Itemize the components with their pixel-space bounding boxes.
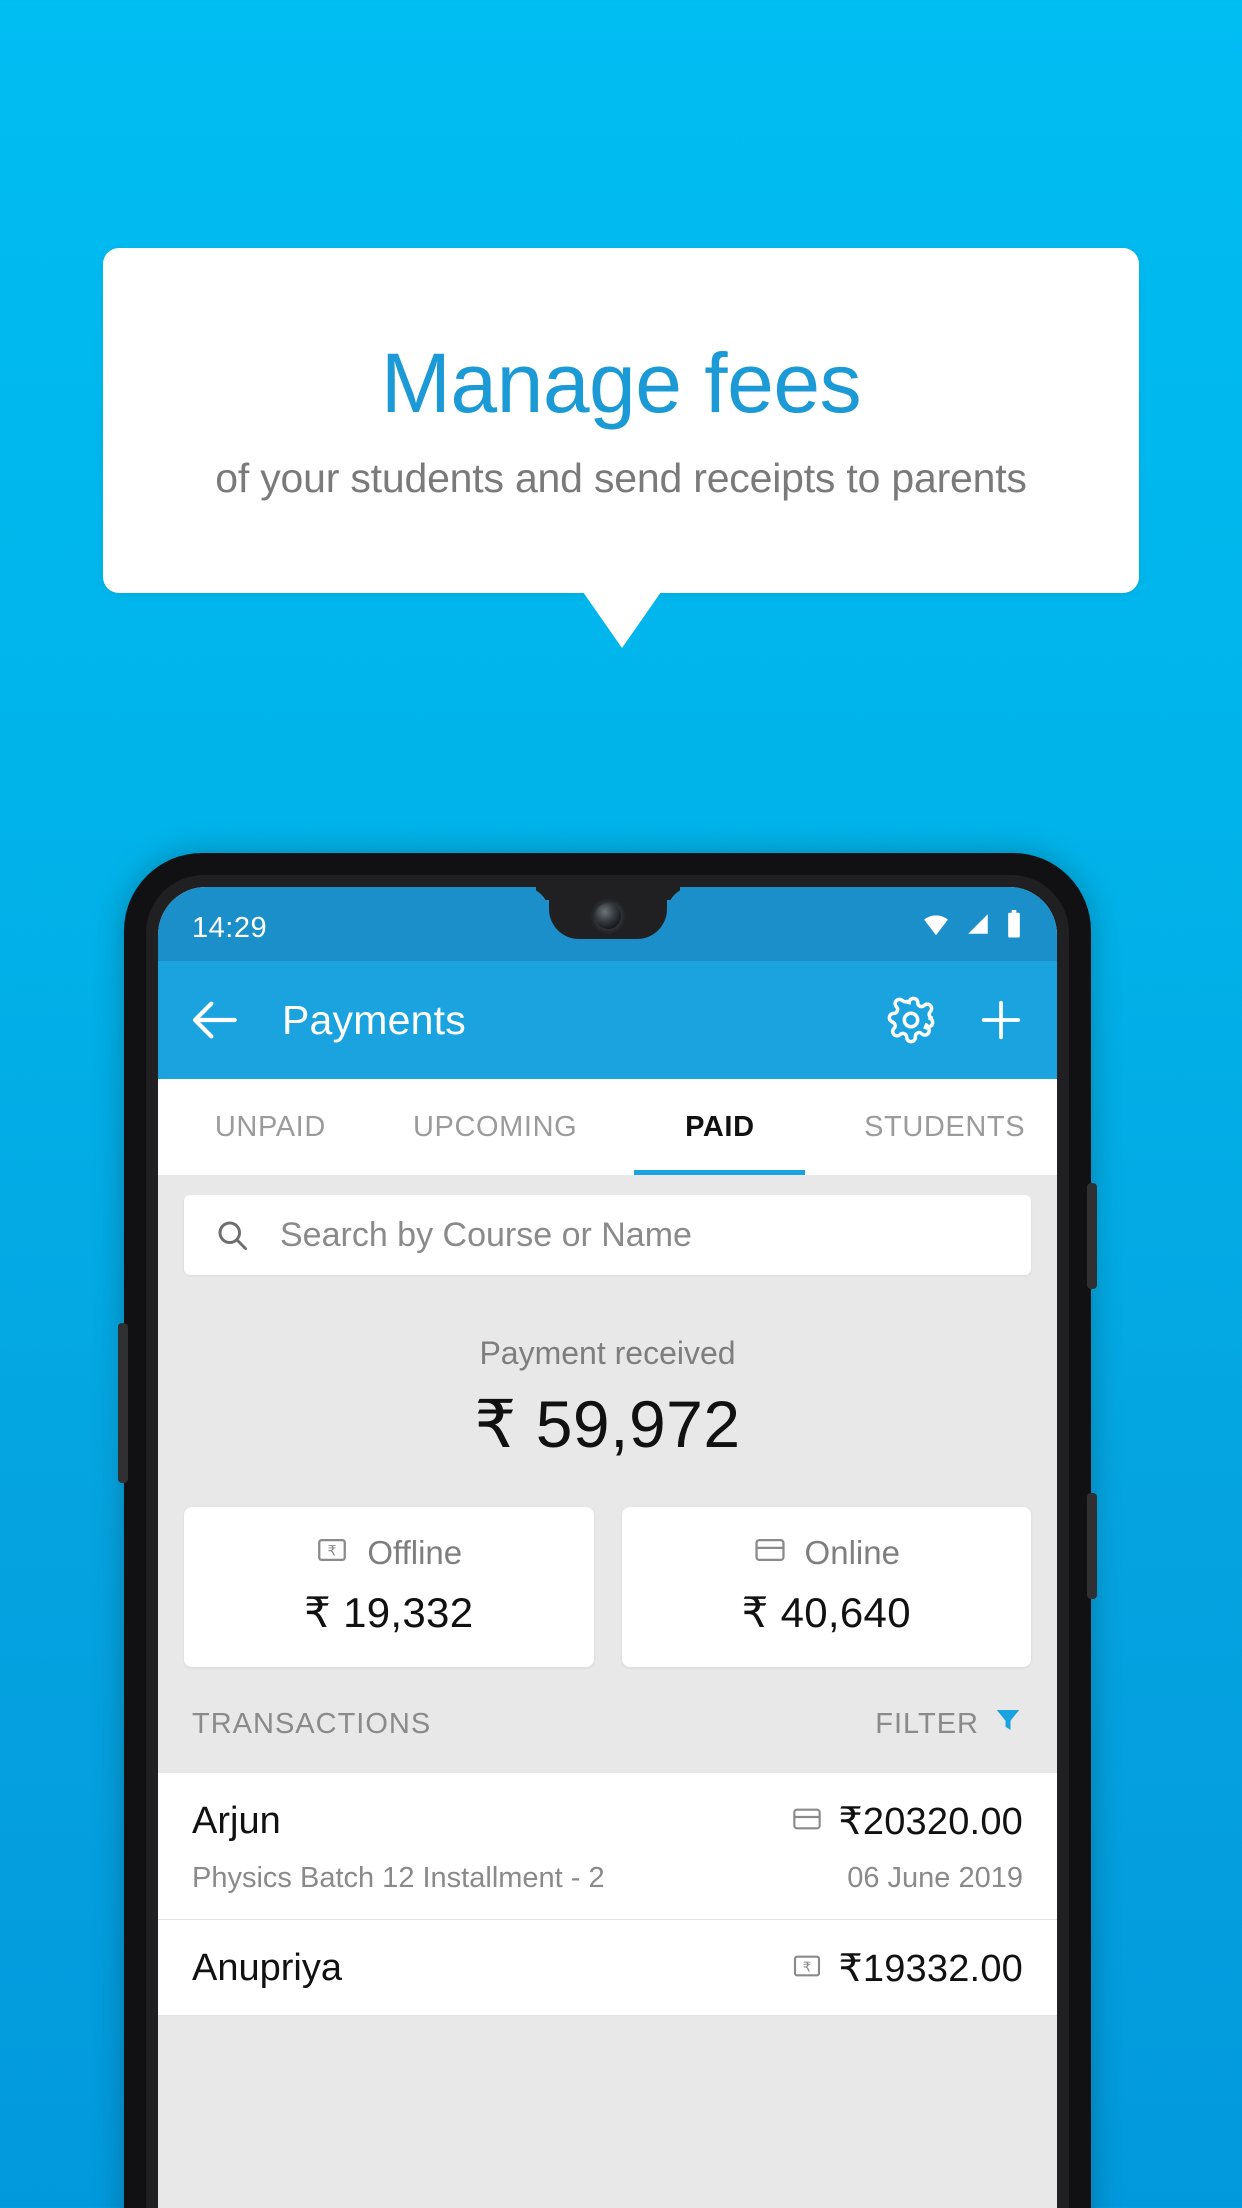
funnel-icon [993, 1705, 1023, 1743]
cash-receipt-icon: ₹ [315, 1533, 349, 1572]
payment-received-label: Payment received [479, 1335, 736, 1371]
tab-bar: UNPAID UPCOMING PAID STUDENTS [158, 1079, 1057, 1175]
front-camera-icon [594, 903, 621, 929]
offline-amount: ₹ 19,332 [304, 1589, 474, 1636]
transaction-secondary-line: Physics Batch 12 Installment - 2 06 June… [192, 1862, 1023, 1895]
search-placeholder: Search by Course or Name [280, 1215, 692, 1254]
payment-received-amount: ₹ 59,972 [474, 1387, 741, 1461]
offline-card[interactable]: ₹ Offline ₹ 19,332 [184, 1507, 594, 1667]
offline-label: Offline [367, 1533, 463, 1571]
transaction-amount-group: ₹ ₹19332.00 [791, 1946, 1023, 1991]
online-amount: ₹ 40,640 [741, 1589, 911, 1636]
power-button[interactable] [118, 1323, 128, 1483]
transaction-date: 06 June 2019 [847, 1862, 1023, 1894]
online-card-head: Online [622, 1533, 1032, 1572]
transaction-name: Arjun [192, 1800, 281, 1842]
search-section: Search by Course or Name [158, 1175, 1057, 1275]
credit-card-icon [753, 1533, 787, 1572]
promo-card-pointer [583, 592, 661, 648]
status-bar: 14:29 [158, 887, 1057, 961]
online-label: Online [804, 1533, 900, 1571]
svg-text:₹: ₹ [328, 1544, 337, 1560]
transactions-header: TRANSACTIONS FILTER [158, 1667, 1057, 1773]
svg-text:₹: ₹ [802, 1960, 810, 1975]
cash-receipt-icon: ₹ [791, 1950, 823, 1987]
transaction-primary-line: Arjun ₹20320.00 [192, 1799, 1023, 1844]
transaction-amount: ₹20320.00 [838, 1801, 1023, 1843]
credit-card-icon [791, 1803, 823, 1840]
tab-paid[interactable]: PAID [608, 1079, 833, 1175]
tab-upcoming[interactable]: UPCOMING [383, 1079, 608, 1175]
status-time: 14:29 [192, 911, 268, 944]
gear-icon[interactable] [885, 994, 937, 1046]
transactions-title: TRANSACTIONS [192, 1707, 432, 1740]
phone-bezel: 14:29 Payments UNPAID UPCOMING PAID STUD… [146, 875, 1069, 2208]
filter-button[interactable]: FILTER [875, 1705, 1023, 1743]
transaction-description: Physics Batch 12 Installment - 2 [192, 1862, 605, 1894]
payment-method-cards: ₹ Offline ₹ 19,332 Online ₹ 40,640 [158, 1463, 1057, 1667]
status-icons [921, 901, 1023, 947]
offline-card-head: ₹ Offline [184, 1533, 594, 1572]
search-input[interactable]: Search by Course or Name [184, 1195, 1031, 1275]
transaction-primary-line: Anupriya ₹ ₹19332.00 [192, 1946, 1023, 1991]
promo-title: Manage fees [380, 335, 862, 430]
table-row[interactable]: Anupriya ₹ ₹19332.00 [158, 1920, 1057, 2016]
paid-tab-content: Search by Course or Name Payment receive… [158, 1175, 1057, 2208]
volume-up-button[interactable] [1087, 1183, 1097, 1289]
promo-subtitle: of your students and send receipts to pa… [215, 455, 1027, 502]
back-arrow-icon[interactable] [188, 992, 244, 1048]
tab-unpaid[interactable]: UNPAID [158, 1079, 383, 1175]
transaction-list: Arjun ₹20320.00 Physics Batch 12 Install… [158, 1773, 1057, 2016]
tab-students[interactable]: STUDENTS [832, 1079, 1057, 1175]
battery-icon [1005, 910, 1023, 946]
app-bar-title: Payments [282, 996, 466, 1043]
filter-label: FILTER [875, 1707, 979, 1740]
payment-summary: Payment received ₹ 59,972 [158, 1275, 1057, 1463]
transaction-name: Anupriya [192, 1947, 342, 1989]
transaction-amount: ₹19332.00 [838, 1948, 1023, 1990]
phone-screen: 14:29 Payments UNPAID UPCOMING PAID STUD… [158, 887, 1057, 2208]
volume-down-button[interactable] [1087, 1493, 1097, 1599]
promo-card: Manage fees of your students and send re… [103, 248, 1139, 593]
search-icon [214, 1217, 250, 1253]
phone-device-frame: 14:29 Payments UNPAID UPCOMING PAID STUD… [118, 853, 1097, 2208]
transaction-amount-group: ₹20320.00 [791, 1799, 1023, 1844]
app-bar: Payments [158, 961, 1057, 1079]
add-icon[interactable] [975, 994, 1027, 1046]
online-card[interactable]: Online ₹ 40,640 [621, 1507, 1032, 1667]
table-row[interactable]: Arjun ₹20320.00 Physics Batch 12 Install… [158, 1773, 1057, 1920]
signal-icon [965, 911, 991, 945]
wifi-icon [921, 909, 951, 947]
